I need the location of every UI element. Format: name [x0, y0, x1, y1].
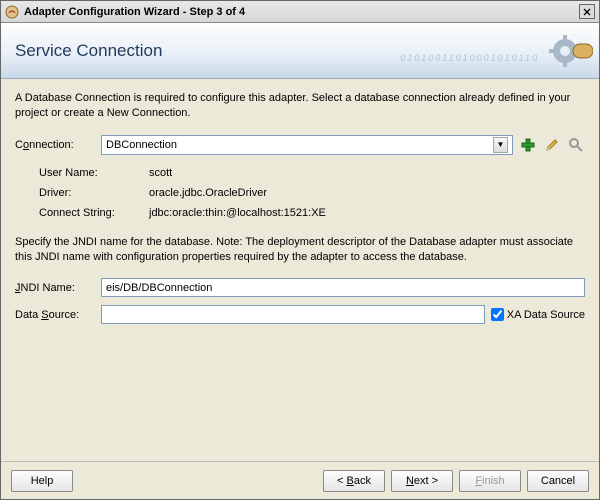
- back-button[interactable]: < Back: [323, 470, 385, 492]
- connect-string-value: jdbc:oracle:thin:@localhost:1521:XE: [149, 207, 326, 219]
- wizard-window: Adapter Configuration Wizard - Step 3 of…: [0, 0, 600, 500]
- pencil-icon: [544, 137, 560, 153]
- user-name-label: User Name:: [39, 167, 149, 179]
- jndi-label: JNDI Name:: [15, 282, 101, 294]
- add-connection-button[interactable]: [519, 136, 537, 154]
- gear-icon: [545, 27, 593, 78]
- jndi-name-input[interactable]: [101, 278, 585, 297]
- connection-selected-value: DBConnection: [106, 139, 177, 151]
- close-icon: [583, 8, 591, 16]
- wizard-body: A Database Connection is required to con…: [1, 79, 599, 461]
- page-title: Service Connection: [15, 41, 162, 61]
- datasource-label: Data Source:: [15, 309, 101, 321]
- user-name-row: User Name: scott: [39, 167, 585, 179]
- connection-select[interactable]: DBConnection ▼: [101, 135, 513, 155]
- xa-checkbox[interactable]: [491, 308, 504, 321]
- search-connection-button[interactable]: [567, 136, 585, 154]
- connect-string-label: Connect String:: [39, 207, 149, 219]
- connection-label: Connection:: [15, 139, 101, 151]
- connection-row: Connection: DBConnection ▼: [15, 135, 585, 155]
- edit-connection-button[interactable]: [543, 136, 561, 154]
- app-icon: [5, 5, 19, 19]
- driver-row: Driver: oracle.jdbc.OracleDriver: [39, 187, 585, 199]
- driver-value: oracle.jdbc.OracleDriver: [149, 187, 267, 199]
- datasource-input[interactable]: [101, 305, 485, 324]
- jndi-row: JNDI Name:: [15, 278, 585, 297]
- window-title: Adapter Configuration Wizard - Step 3 of…: [24, 6, 579, 18]
- jndi-advice-text: Specify the JNDI name for the database. …: [15, 235, 585, 265]
- plus-icon: [520, 137, 536, 153]
- xa-label: XA Data Source: [507, 309, 585, 321]
- intro-text: A Database Connection is required to con…: [15, 91, 585, 121]
- close-button[interactable]: [579, 4, 595, 19]
- magnifier-icon: [568, 137, 584, 153]
- header-decoration-numbers: 01010011010001010110: [400, 53, 539, 63]
- user-name-value: scott: [149, 167, 172, 179]
- driver-label: Driver:: [39, 187, 149, 199]
- xa-checkbox-wrapper[interactable]: XA Data Source: [491, 308, 585, 321]
- chevron-down-icon: ▼: [493, 137, 508, 153]
- finish-button: Finish: [459, 470, 521, 492]
- cancel-button[interactable]: Cancel: [527, 470, 589, 492]
- connect-string-row: Connect String: jdbc:oracle:thin:@localh…: [39, 207, 585, 219]
- datasource-row: Data Source: XA Data Source: [15, 305, 585, 324]
- title-bar: Adapter Configuration Wizard - Step 3 of…: [1, 1, 599, 23]
- wizard-header: Service Connection 01010011010001010110: [1, 23, 599, 79]
- wizard-footer: Help < Back Next > Finish Cancel: [1, 461, 599, 499]
- help-button[interactable]: Help: [11, 470, 73, 492]
- next-button[interactable]: Next >: [391, 470, 453, 492]
